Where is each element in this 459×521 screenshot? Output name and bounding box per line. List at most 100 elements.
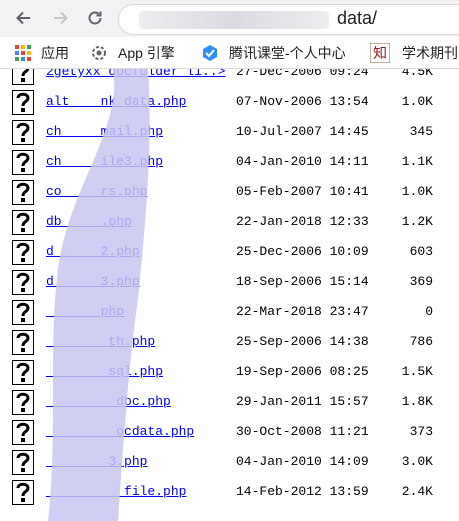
file-link[interactable]: ________sql.php [46,364,163,379]
file-modified-date: 04-Jan-2010 14:09 [236,454,369,469]
bookmark-tencent-classroom[interactable]: 腾讯课堂-个人中心 [201,42,346,64]
unknown-file-icon [12,270,34,295]
file-link[interactable]: alt____nk_data.php [46,94,186,109]
file-row: co_____rs.php 05-Feb-2007 10:41 1.0K [0,178,459,208]
bookmark-label: 腾讯课堂-个人中心 [229,45,346,61]
file-modified-date: 25-Sep-2006 14:38 [236,334,369,349]
file-modified-date: 05-Feb-2007 10:41 [236,184,369,199]
file-row: d______3.php 18-Sep-2006 15:14 369 [0,268,459,298]
file-link[interactable]: db_____.php [46,214,132,229]
file-link[interactable]: d______3.php [46,274,140,289]
bookmark-apps[interactable]: 应用 [14,42,69,64]
unknown-file-icon [12,69,34,85]
unknown-file-icon [12,390,34,415]
apps-grid-icon [15,45,31,61]
file-link[interactable]: __________file.php [46,484,186,499]
unknown-file-icon [12,90,34,115]
unknown-file-icon [12,240,34,265]
file-row: ________th.php 25-Sep-2006 14:38 786 [0,328,459,358]
file-link[interactable]: _________ocdata.php [46,424,194,439]
directory-listing: 2getyxx_docfolder_li..> 27-Dec-2006 09:24… [0,69,459,521]
file-size: 603 [409,244,433,259]
file-modified-date: 04-Jan-2010 14:11 [236,154,369,169]
file-modified-date: 07-Nov-2006 13:54 [236,94,369,109]
browser-toolbar: data/ [0,0,459,37]
unknown-file-icon [12,480,34,505]
unknown-file-icon [12,450,34,475]
file-size: 1.1K [401,154,433,169]
unknown-file-icon [12,330,34,355]
file-row: ________3.php 04-Jan-2010 14:09 3.0K [0,448,459,478]
file-size: 369 [409,274,433,289]
file-row: alt____nk_data.php 07-Nov-2006 13:54 1.0K [0,88,459,118]
forward-button[interactable] [48,6,74,30]
file-size: 1.0K [401,184,433,199]
file-link[interactable]: co_____rs.php [46,184,147,199]
file-size: 3.0K [401,454,433,469]
file-row: db_____.php 22-Jan-2018 12:33 1.2K [0,208,459,238]
file-row: ________sql.php 19-Sep-2006 08:25 1.5K [0,358,459,388]
back-button[interactable] [10,6,36,30]
file-row: ch_____mail.php 10-Jul-2007 14:45 345 [0,118,459,148]
file-link[interactable]: ch_____ile3.php [46,154,163,169]
unknown-file-icon [12,180,34,205]
file-size: 786 [409,334,433,349]
unknown-file-icon [12,420,34,445]
file-modified-date: 22-Jan-2018 12:33 [236,214,369,229]
file-size: 345 [409,124,433,139]
address-bar[interactable]: data/ [118,4,459,35]
reload-button[interactable] [82,6,108,30]
redacted-url-region [139,11,329,29]
back-arrow-icon [16,11,30,25]
file-modified-date: 18-Sep-2006 15:14 [236,274,369,289]
bookmarks-bar: 应用 App 引擎 腾讯课堂-个人中心 知 学术期刊 [0,37,459,69]
unknown-file-icon [12,360,34,385]
bookmark-label: 学术期刊 [402,45,458,61]
file-size: 1.2K [401,214,433,229]
file-link[interactable]: ________th.php [46,334,155,349]
file-size: 373 [409,424,433,439]
file-link[interactable]: _________dbc.php [46,394,171,409]
file-modified-date: 19-Sep-2006 08:25 [236,364,369,379]
file-link[interactable]: ch_____mail.php [46,124,163,139]
file-modified-date: 14-Feb-2012 13:59 [236,484,369,499]
file-link[interactable]: ________3.php [46,454,147,469]
tencent-classroom-icon [203,45,217,61]
file-link[interactable]: _______php [46,304,124,319]
bookmark-label: App 引擎 [118,45,175,61]
file-row: _________ocdata.php 30-Oct-2008 11:21 373 [0,418,459,448]
unknown-file-icon [12,120,34,145]
reload-icon [88,11,102,25]
file-modified-date: 25-Dec-2006 10:09 [236,244,369,259]
file-size: 1.5K [401,364,433,379]
file-row: __________file.php 14-Feb-2012 13:59 2.4K [0,478,459,508]
file-modified-date: 10-Jul-2007 14:45 [236,124,369,139]
file-row: d______2.php 25-Dec-2006 10:09 603 [0,238,459,268]
forward-arrow-icon [54,11,68,25]
file-modified-date: 29-Jan-2011 15:57 [236,394,369,409]
file-link[interactable]: d______2.php [46,244,140,259]
zhi-icon: 知 [370,43,390,63]
file-row: 2getyxx_docfolder_li..> 27-Dec-2006 09:24… [0,69,459,88]
file-size: 0 [425,304,433,319]
unknown-file-icon [12,300,34,325]
file-size: 4.5K [401,69,433,79]
file-size: 2.4K [401,484,433,499]
bookmark-journals[interactable]: 知 学术期刊 [370,42,458,64]
file-row: _________dbc.php 29-Jan-2011 15:57 1.8K [0,388,459,418]
file-row: _______php 22-Mar-2018 23:47 0 [0,298,459,328]
file-modified-date: 27-Dec-2006 09:24 [236,69,369,79]
svg-text:知: 知 [373,45,387,62]
bookmark-app-engine[interactable]: App 引擎 [90,42,175,64]
file-link[interactable]: 2getyxx_docfolder_li..> [46,69,225,79]
bookmark-label: 应用 [41,45,69,61]
file-modified-date: 22-Mar-2018 23:47 [236,304,369,319]
file-size: 1.0K [401,94,433,109]
gear-icon [92,46,106,60]
file-size: 1.8K [401,394,433,409]
url-text: data/ [337,8,378,28]
unknown-file-icon [12,210,34,235]
file-row: ch_____ile3.php 04-Jan-2010 14:11 1.1K [0,148,459,178]
file-modified-date: 30-Oct-2008 11:21 [236,424,369,439]
unknown-file-icon [12,150,34,175]
